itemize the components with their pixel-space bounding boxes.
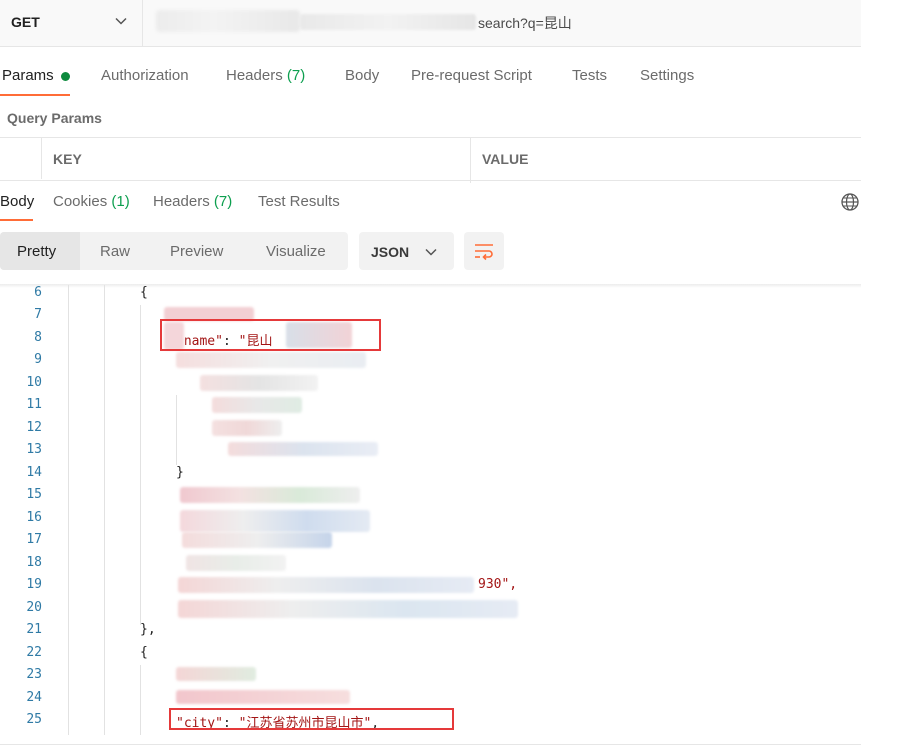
table-separator	[470, 137, 471, 183]
line-number: 18	[26, 555, 42, 570]
redacted-text	[178, 577, 474, 593]
line-number: 7	[34, 307, 42, 322]
redacted-text	[176, 690, 350, 704]
line-number: 10	[26, 375, 42, 390]
indent-guide	[104, 285, 105, 735]
tab-headers-label: Headers	[226, 67, 283, 84]
indent-guide	[140, 665, 141, 735]
line-number: 15	[26, 487, 42, 502]
line-number: 20	[26, 600, 42, 615]
line-number: 14	[26, 465, 42, 480]
redacted-text	[176, 667, 256, 681]
redacted-text	[186, 555, 286, 571]
tab-authorization[interactable]: Authorization	[101, 67, 189, 84]
line-number: 24	[26, 690, 42, 705]
line-number: 11	[26, 397, 42, 412]
response-headers-label: Headers	[153, 193, 210, 210]
redacted-text	[212, 420, 282, 436]
chevron-down-icon[interactable]	[114, 14, 128, 28]
params-indicator-dot	[61, 72, 70, 81]
code-brace: {	[140, 645, 148, 660]
response-tab-headers[interactable]: Headers (7)	[153, 193, 232, 210]
cookies-count: (1)	[111, 193, 130, 210]
url-redacted-path	[300, 14, 476, 30]
tab-params[interactable]: Params	[2, 67, 54, 84]
line-number: 23	[26, 667, 42, 682]
active-response-tab-underline	[0, 219, 33, 221]
toolbar-divider	[0, 284, 861, 288]
redacted-text	[180, 487, 360, 503]
url-redacted	[156, 10, 300, 32]
params-table-header	[0, 137, 861, 181]
highlight-box-city	[169, 708, 454, 730]
line-number: 22	[26, 645, 42, 660]
wrap-lines-icon	[475, 244, 493, 261]
line-number: 19	[26, 577, 42, 592]
indent-guide	[176, 395, 177, 465]
method-label: GET	[11, 14, 40, 30]
globe-icon[interactable]	[840, 192, 860, 212]
code-close-object: },	[140, 622, 156, 637]
json-value-partial: 930",	[478, 577, 518, 592]
highlight-box-name	[160, 319, 381, 351]
view-raw-button[interactable]: Raw	[100, 243, 130, 260]
line-number: 8	[34, 330, 42, 345]
code-brace: }	[176, 465, 184, 480]
active-tab-underline	[0, 94, 70, 96]
line-number: 6	[34, 285, 42, 300]
line-number: 17	[26, 532, 42, 547]
redacted-text	[180, 510, 370, 532]
tab-headers-count: (7)	[286, 67, 306, 84]
response-tab-cookies[interactable]: Cookies (1)	[53, 193, 130, 210]
table-separator	[41, 137, 42, 179]
response-headers-count: (7)	[213, 193, 233, 210]
tab-headers[interactable]: Headers (7)	[226, 67, 305, 84]
indent-guide	[140, 305, 141, 625]
tab-body[interactable]: Body	[345, 67, 379, 84]
code-brace: {	[140, 285, 148, 300]
chevron-down-icon	[425, 248, 437, 256]
redacted-text	[178, 600, 518, 618]
column-key: KEY	[53, 151, 82, 167]
line-number: 13	[26, 442, 42, 457]
indent-guide	[68, 285, 69, 735]
redacted-text	[212, 397, 302, 413]
redacted-text	[200, 375, 318, 391]
view-pretty-label[interactable]: Pretty	[17, 243, 56, 260]
redacted-text	[176, 352, 366, 368]
redacted-text	[228, 442, 378, 456]
response-tab-test-results[interactable]: Test Results	[258, 193, 340, 210]
response-tab-body[interactable]: Body	[0, 193, 34, 210]
line-number: 16	[26, 510, 42, 525]
line-number: 12	[26, 420, 42, 435]
format-label: JSON	[371, 244, 410, 260]
code-partial: 930",	[478, 577, 517, 592]
column-value: VALUE	[482, 151, 529, 167]
tab-pre-request-script[interactable]: Pre-request Script	[411, 67, 532, 84]
response-bottom-border	[0, 744, 861, 745]
tab-settings[interactable]: Settings	[640, 67, 694, 84]
line-number: 21	[26, 622, 42, 637]
redacted-text	[182, 532, 332, 548]
tab-tests[interactable]: Tests	[572, 67, 607, 84]
view-preview-button[interactable]: Preview	[170, 243, 223, 260]
cookies-label: Cookies	[53, 193, 108, 210]
url-input[interactable]: search?q=昆山	[478, 13, 572, 33]
line-number: 25	[26, 712, 42, 727]
query-params-title: Query Params	[7, 110, 102, 126]
line-number: 9	[34, 352, 42, 367]
view-visualize-button[interactable]: Visualize	[266, 243, 326, 260]
